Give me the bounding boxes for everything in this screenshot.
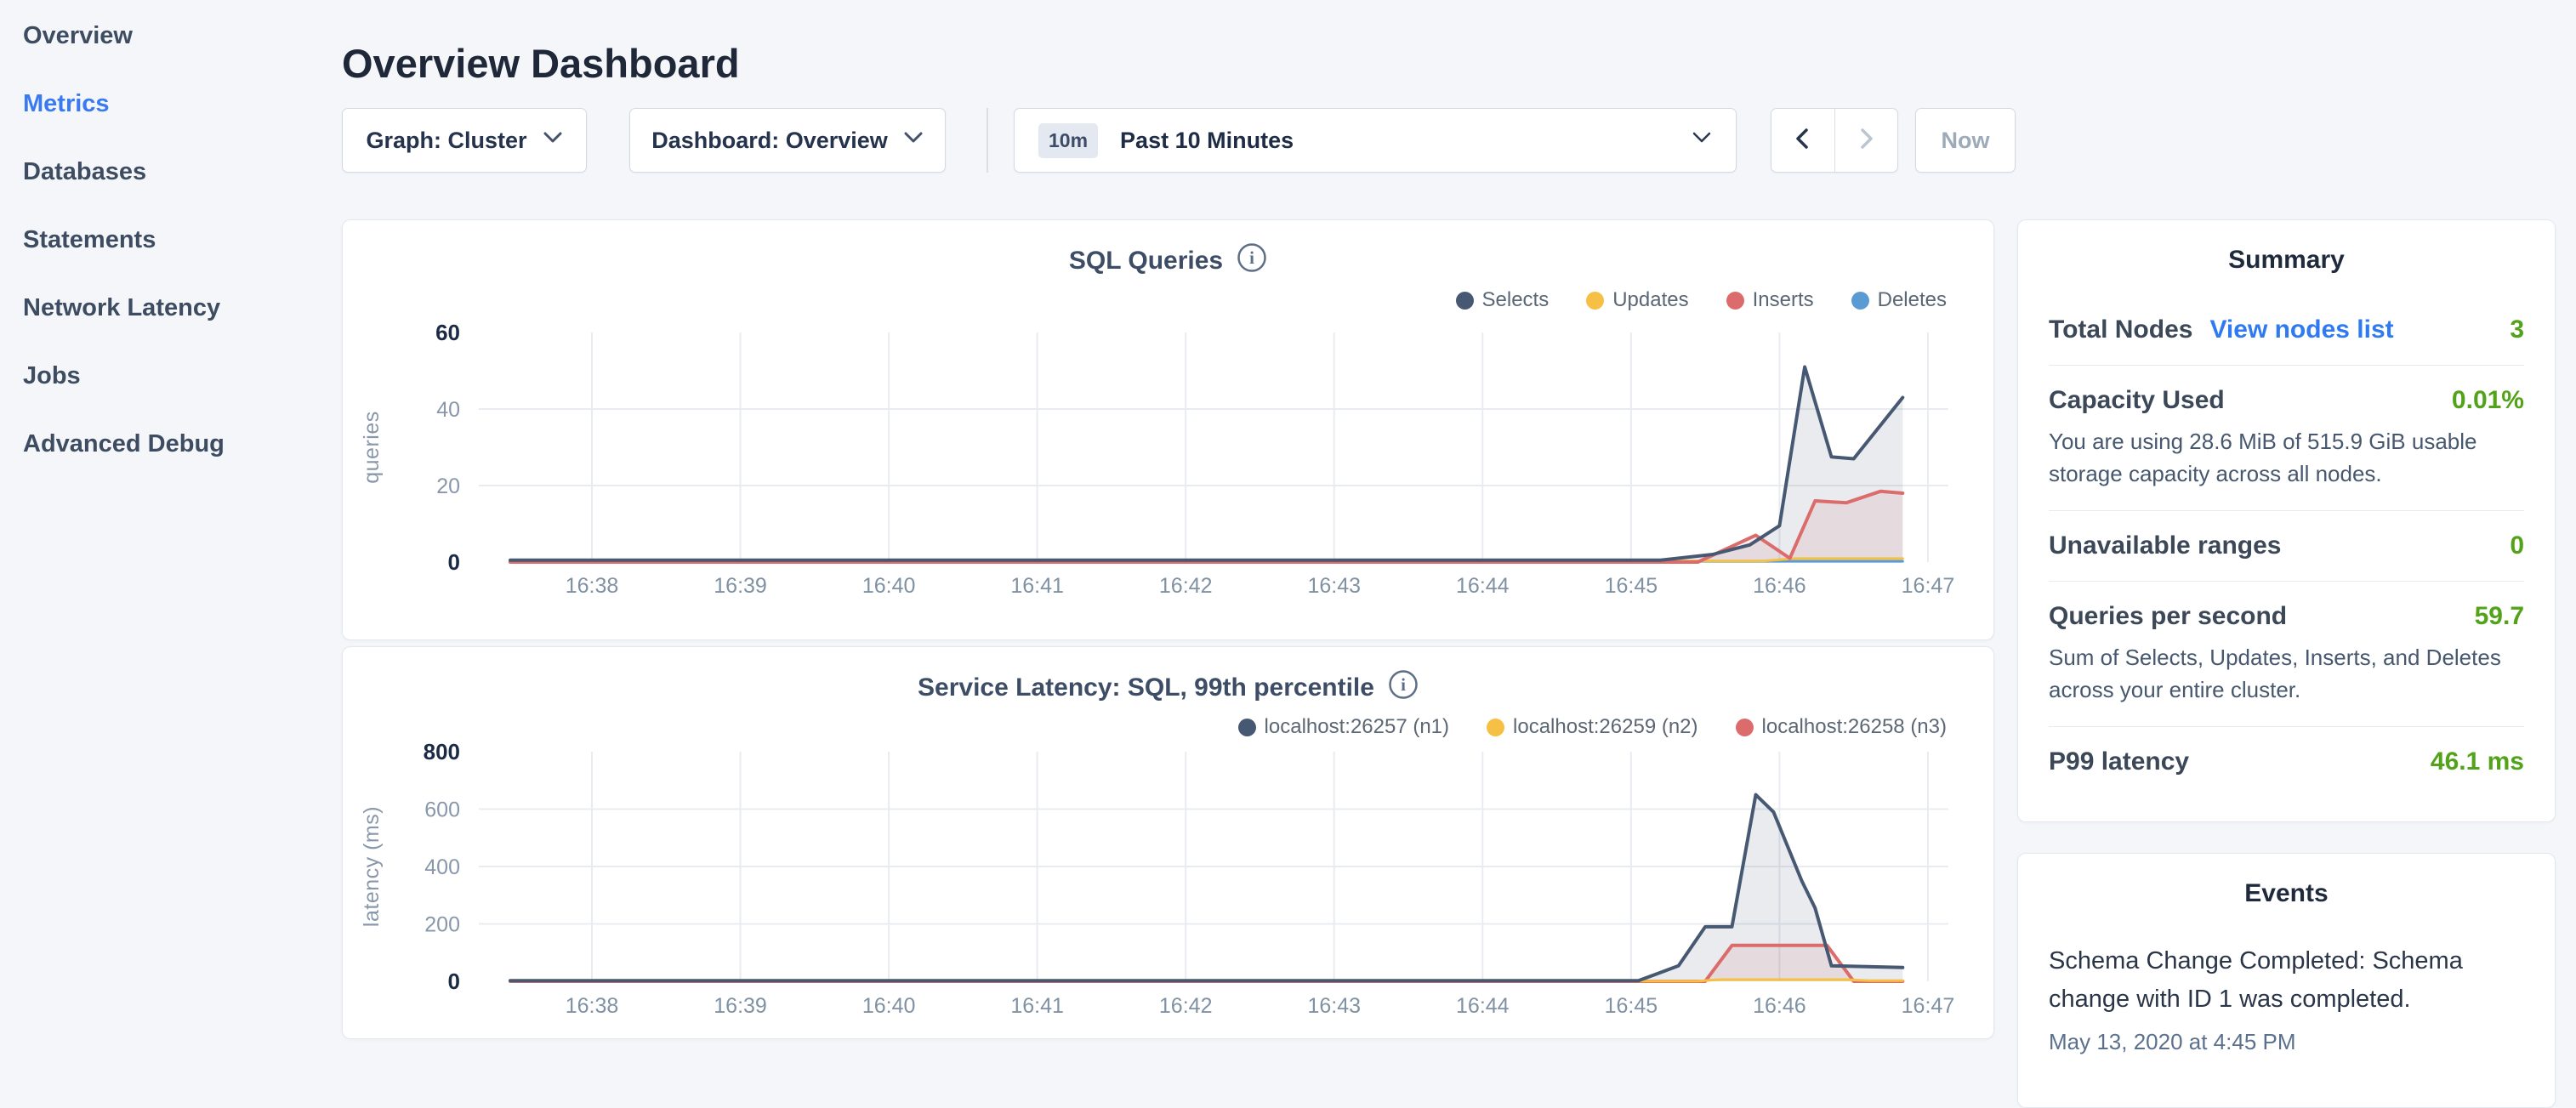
chevron-left-icon bbox=[1790, 126, 1816, 156]
now-button[interactable]: Now bbox=[1915, 108, 2016, 173]
summary-row-label: Capacity Used bbox=[2049, 386, 2225, 415]
sql-queries-chart-card: SQL Queries i SelectsUpdatesInsertsDelet… bbox=[342, 219, 1994, 640]
x-tick-label: 16:43 bbox=[1307, 574, 1361, 598]
summary-row-value: 0.01% bbox=[2452, 386, 2524, 415]
summary-row-label: Queries per second bbox=[2049, 602, 2287, 631]
prev-time-button[interactable] bbox=[1771, 109, 1835, 172]
toolbar-divider bbox=[987, 108, 988, 173]
sql-queries-plot: 16:38 16:39 16:40 16:41 16:42 16:43 16:44 16:45… bbox=[343, 220, 1993, 639]
x-tick-label: 16:43 bbox=[1307, 994, 1361, 1018]
summary-rows: Total Nodes View nodes list 3 Capacity Used… bbox=[2049, 295, 2524, 797]
view-nodes-list-link[interactable]: View nodes list bbox=[2209, 315, 2393, 344]
summary-row-subtext: Sum of Selects, Updates, Inserts, and De… bbox=[2049, 641, 2524, 706]
x-tick-label: 16:47 bbox=[1902, 574, 1955, 598]
chevron-down-icon bbox=[903, 132, 924, 149]
event-timestamp: May 13, 2020 at 4:45 PM bbox=[2049, 1029, 2524, 1055]
x-tick-label: 16:46 bbox=[1753, 994, 1806, 1018]
graph-dropdown[interactable]: Graph: Cluster bbox=[342, 108, 587, 173]
chevron-right-icon bbox=[1853, 126, 1879, 156]
summary-panel: Summary Total Nodes View nodes list 3 Capac… bbox=[2017, 219, 2556, 822]
time-range-dropdown[interactable]: 10m Past 10 Minutes bbox=[1014, 108, 1737, 173]
events-title: Events bbox=[2049, 879, 2524, 908]
x-tick-label: 16:39 bbox=[714, 994, 767, 1018]
summary-row: Total Nodes View nodes list 3 bbox=[2049, 295, 2524, 366]
sidebar-item-overview[interactable]: Overview bbox=[0, 19, 340, 53]
series-area bbox=[510, 491, 1902, 562]
summary-row-value: 59.7 bbox=[2475, 602, 2524, 631]
sidebar-item-statements[interactable]: Statements bbox=[0, 223, 340, 257]
y-tick-label: 20 bbox=[436, 474, 460, 498]
chevron-down-icon bbox=[1692, 132, 1712, 149]
sidebar-item-databases[interactable]: Databases bbox=[0, 155, 340, 189]
time-step-buttons bbox=[1771, 108, 1898, 173]
y-tick-label: 60 bbox=[435, 320, 460, 345]
x-tick-label: 16:38 bbox=[566, 574, 619, 598]
sidebar-item-advanced-debug[interactable]: Advanced Debug bbox=[0, 427, 340, 461]
sidebar-item-jobs[interactable]: Jobs bbox=[0, 359, 340, 393]
x-tick-label: 16:38 bbox=[566, 994, 619, 1018]
x-tick-label: 16:40 bbox=[862, 574, 916, 598]
x-tick-label: 16:47 bbox=[1902, 994, 1955, 1018]
events-list: Schema Change Completed: Schema change w… bbox=[2049, 942, 2524, 1055]
dashboard-dropdown[interactable]: Dashboard: Overview bbox=[629, 108, 946, 173]
summary-title: Summary bbox=[2049, 246, 2524, 275]
summary-row-value: 0 bbox=[2510, 531, 2524, 560]
x-tick-label: 16:44 bbox=[1456, 994, 1510, 1018]
x-tick-label: 16:40 bbox=[862, 994, 916, 1018]
summary-row: P99 latency 46.1 ms bbox=[2049, 727, 2524, 797]
series-line bbox=[510, 367, 1902, 560]
series-area bbox=[510, 367, 1902, 563]
summary-row-label: P99 latency bbox=[2049, 747, 2189, 776]
time-range-label: Past 10 Minutes bbox=[1120, 128, 1669, 154]
sidebar: Overview Metrics Databases Statements Networ… bbox=[0, 0, 340, 495]
x-tick-label: 16:46 bbox=[1753, 574, 1806, 598]
sidebar-item-network-latency[interactable]: Network Latency bbox=[0, 291, 340, 325]
x-tick-label: 16:44 bbox=[1456, 574, 1510, 598]
y-tick-label: 600 bbox=[424, 798, 460, 822]
next-time-button[interactable] bbox=[1835, 109, 1898, 172]
summary-row-subtext: You are using 28.6 MiB of 515.9 GiB usab… bbox=[2049, 425, 2524, 490]
y-tick-label: 200 bbox=[424, 913, 460, 937]
x-tick-label: 16:45 bbox=[1605, 574, 1658, 598]
graph-dropdown-label: Graph: Cluster bbox=[366, 128, 526, 154]
y-tick-label: 800 bbox=[424, 739, 460, 764]
series-area bbox=[510, 795, 1902, 981]
x-tick-label: 16:45 bbox=[1605, 994, 1658, 1018]
time-range-badge: 10m bbox=[1038, 123, 1098, 158]
event-text[interactable]: Schema Change Completed: Schema change w… bbox=[2049, 942, 2524, 1019]
x-tick-label: 16:41 bbox=[1010, 574, 1064, 598]
summary-row-label: Total Nodes bbox=[2049, 315, 2192, 344]
summary-row-value: 46.1 ms bbox=[2431, 747, 2524, 776]
summary-row: Unavailable ranges 0 bbox=[2049, 511, 2524, 582]
service-latency-chart-card: Service Latency: SQL, 99th percentile i … bbox=[342, 646, 1994, 1039]
y-tick-label: 400 bbox=[424, 855, 460, 879]
page-title: Overview Dashboard bbox=[342, 40, 740, 87]
series-line bbox=[510, 491, 1902, 562]
x-tick-label: 16:39 bbox=[714, 574, 767, 598]
service-latency-plot: 16:38 16:39 16:40 16:41 16:42 16:43 16:44 16:45… bbox=[343, 647, 1993, 1038]
summary-row: Queries per second 59.7 Sum of Selects, Up… bbox=[2049, 582, 2524, 727]
x-tick-label: 16:42 bbox=[1159, 994, 1213, 1018]
summary-row: Capacity Used 0.01% You are using 28.6 MiB… bbox=[2049, 366, 2524, 511]
dashboard-dropdown-label: Dashboard: Overview bbox=[651, 128, 888, 154]
sidebar-item-metrics[interactable]: Metrics bbox=[0, 87, 340, 121]
summary-row-value: 3 bbox=[2510, 315, 2524, 344]
y-tick-label: 40 bbox=[436, 398, 460, 422]
y-axis-title: latency (ms) bbox=[360, 806, 384, 927]
y-tick-label: 0 bbox=[448, 969, 460, 994]
y-axis-title: queries bbox=[360, 411, 384, 484]
x-tick-label: 16:42 bbox=[1159, 574, 1213, 598]
events-panel: Events Schema Change Completed: Schema c… bbox=[2017, 853, 2556, 1108]
summary-row-label: Unavailable ranges bbox=[2049, 531, 2281, 560]
x-tick-label: 16:41 bbox=[1010, 994, 1064, 1018]
chevron-down-icon bbox=[543, 132, 563, 149]
y-tick-label: 0 bbox=[448, 549, 460, 575]
